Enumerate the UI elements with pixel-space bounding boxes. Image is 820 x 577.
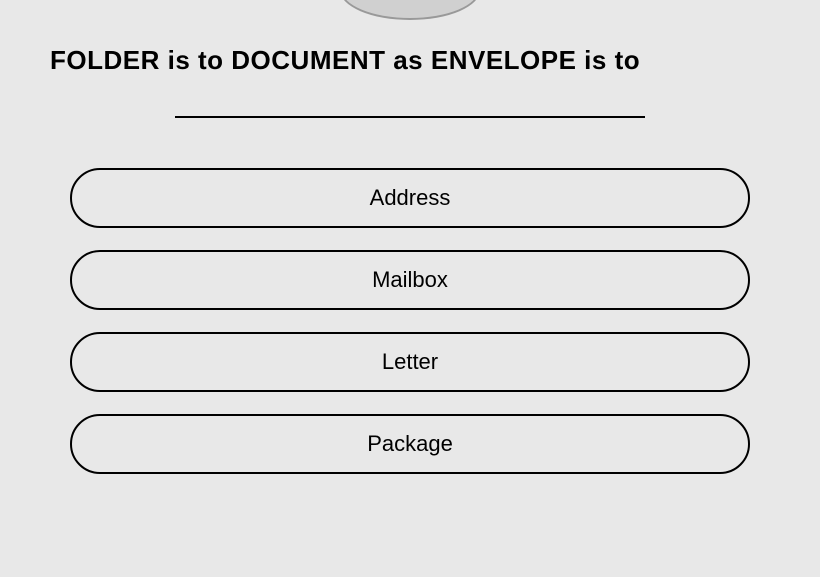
option-label: Address [370,185,451,211]
option-letter[interactable]: Letter [70,332,750,392]
options-list: Address Mailbox Letter Package [50,168,770,474]
question-prompt: FOLDER is to DOCUMENT as ENVELOPE is to [50,45,770,76]
answer-blank-line [175,116,645,118]
option-mailbox[interactable]: Mailbox [70,250,750,310]
option-label: Mailbox [372,267,448,293]
option-package[interactable]: Package [70,414,750,474]
option-label: Letter [382,349,438,375]
option-label: Package [367,431,453,457]
option-address[interactable]: Address [70,168,750,228]
question-container: FOLDER is to DOCUMENT as ENVELOPE is to … [0,0,820,474]
